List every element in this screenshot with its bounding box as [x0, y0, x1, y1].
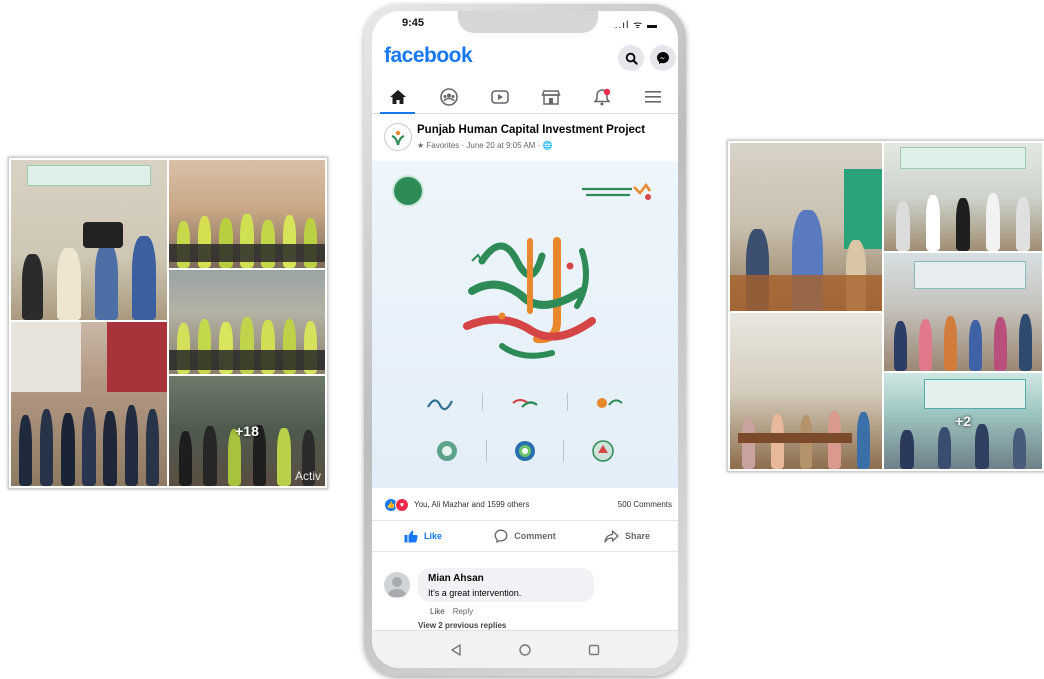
collage-photo[interactable] — [730, 313, 882, 469]
comment-text: It's a great intervention. — [428, 588, 522, 598]
search-button[interactable] — [618, 45, 644, 71]
status-time: 9:45 — [402, 17, 425, 29]
tab-watch[interactable] — [474, 81, 525, 113]
partner-logo-icon — [427, 399, 454, 411]
facebook-logo[interactable]: facebook — [384, 44, 473, 68]
left-photo-collage: +18 Activ — [8, 157, 328, 489]
partner-seal-icon — [514, 441, 535, 461]
thumbs-up-icon — [404, 530, 418, 542]
collage-photo[interactable] — [730, 143, 882, 311]
partner-logo-icon — [596, 398, 623, 408]
phcip-urdu-logo-icon — [582, 182, 652, 200]
comment-reply-link[interactable]: Reply — [453, 607, 473, 616]
collage-photo[interactable] — [11, 160, 167, 320]
collage-photo[interactable] — [169, 270, 325, 374]
tab-notifications[interactable] — [576, 81, 627, 113]
search-icon — [625, 52, 638, 65]
partner-logo-icon — [512, 398, 538, 408]
like-button[interactable]: Like — [372, 521, 474, 551]
tab-marketplace[interactable] — [525, 81, 576, 113]
reactions-bar: 👍 ♥ You, Ali Mazhar and 1599 others 500 … — [372, 496, 678, 516]
notifications-icon — [592, 88, 611, 106]
post-header: Punjab Human Capital Investment Project … — [372, 115, 678, 159]
comments-count[interactable]: 500 Comments — [618, 500, 672, 509]
collage-photo[interactable] — [884, 143, 1042, 251]
partner-seals-row — [372, 439, 678, 463]
share-button[interactable]: Share — [576, 521, 678, 551]
reaction-icons[interactable]: 👍 ♥ — [384, 498, 409, 512]
tab-menu[interactable] — [627, 81, 678, 113]
view-previous-replies-link[interactable]: View 2 previous replies — [418, 621, 506, 630]
comment-button[interactable]: Comment — [474, 521, 576, 551]
eid-calligraphy-artwork — [463, 237, 596, 359]
more-photos-count: +2 — [955, 413, 971, 429]
home-circle-icon[interactable] — [518, 643, 532, 657]
page-name[interactable]: Punjab Human Capital Investment Project — [417, 124, 645, 136]
home-icon — [389, 90, 406, 104]
collage-photo[interactable] — [11, 322, 167, 486]
phone-screen: 9:45 ..ıl ᯤ ▬ facebook Punjab Human Capi… — [372, 11, 678, 668]
menu-icon — [644, 91, 661, 103]
comment-author[interactable]: Mian Ahsan — [428, 573, 484, 584]
marketplace-icon — [540, 90, 561, 105]
partner-logos-row — [372, 393, 678, 411]
messenger-icon — [657, 52, 669, 64]
watch-icon — [490, 90, 509, 104]
collage-photo-more[interactable]: +2 — [884, 373, 1042, 469]
partner-seal-icon — [437, 441, 458, 461]
collage-photo-more[interactable]: +18 Activ — [169, 376, 325, 486]
government-seal-icon — [392, 175, 424, 207]
back-icon[interactable] — [449, 643, 463, 657]
comment-like-link[interactable]: Like — [430, 607, 445, 616]
comment-actions: Like Reply — [430, 607, 473, 616]
post-meta: ★ Favorites · June 20 at 9:05 AM · 🌐 — [417, 141, 553, 150]
watermark-text: Activ — [294, 469, 321, 483]
user-avatar-icon — [387, 577, 407, 597]
like-label: Like — [423, 531, 442, 541]
commenter-avatar[interactable] — [384, 572, 410, 598]
main-nav — [372, 81, 678, 114]
page-avatar[interactable] — [384, 123, 412, 151]
groups-icon — [439, 88, 458, 106]
reactions-summary[interactable]: You, Ali Mazhar and 1599 others — [414, 500, 529, 509]
comment-bubble: Mian Ahsan It's a great intervention. — [418, 568, 594, 602]
tab-groups[interactable] — [423, 81, 474, 113]
status-icons: ..ıl ᯤ ▬ — [614, 20, 658, 31]
collage-photo[interactable] — [884, 253, 1042, 371]
love-reaction-icon: ♥ — [395, 498, 409, 512]
collage-photo[interactable] — [169, 160, 325, 268]
system-nav-bar — [372, 630, 678, 668]
comment-icon — [494, 529, 508, 543]
phcip-logo-icon — [391, 130, 405, 146]
share-icon — [604, 529, 619, 543]
partner-seal-icon — [592, 440, 614, 462]
phone-frame: 9:45 ..ıl ᯤ ▬ facebook Punjab Human Capi… — [364, 4, 686, 676]
post-actions: Like Comment Share — [372, 520, 678, 552]
share-label: Share — [624, 531, 650, 541]
post-image[interactable] — [372, 161, 678, 488]
comment-label: Comment — [514, 531, 556, 541]
phone-notch — [458, 11, 598, 33]
recents-icon[interactable] — [587, 643, 601, 657]
tab-home[interactable] — [372, 81, 423, 114]
right-photo-collage: +2 — [727, 140, 1044, 472]
messenger-button[interactable] — [650, 45, 676, 71]
